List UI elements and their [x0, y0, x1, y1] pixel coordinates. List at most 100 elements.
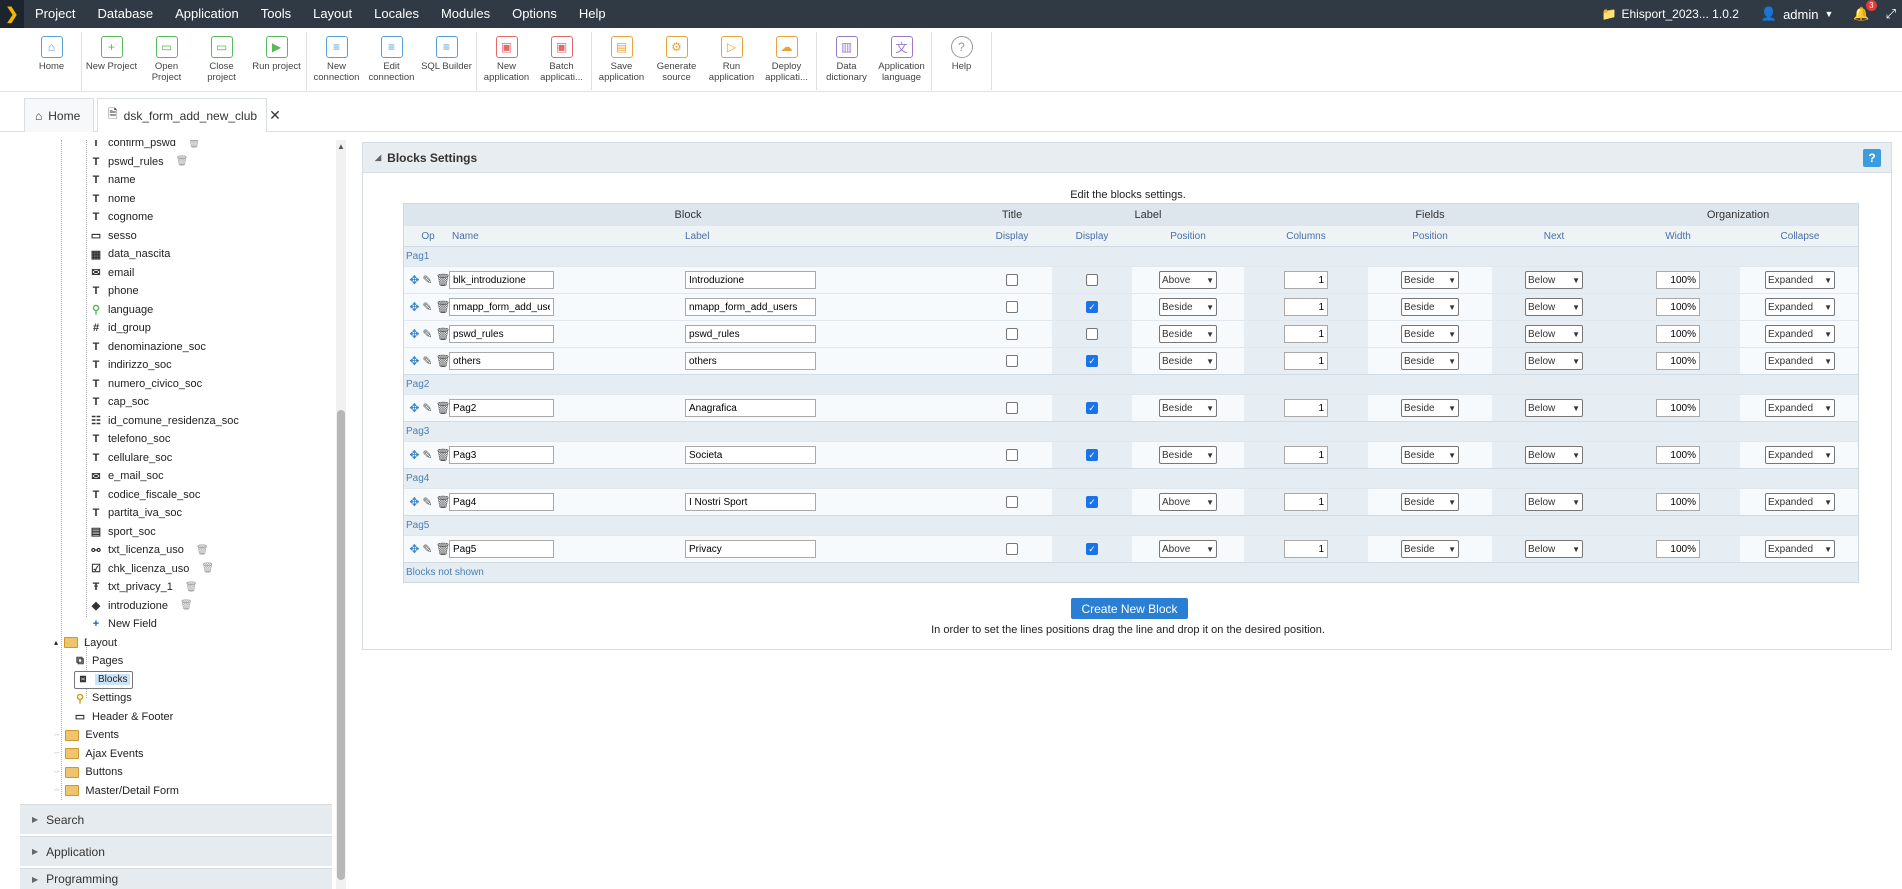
width-input[interactable] [1656, 325, 1700, 343]
menu-locales[interactable]: Locales [363, 0, 430, 28]
block-label-input[interactable] [685, 325, 816, 343]
tree-field-txt-licenza-uso[interactable]: ⚯ txt_licenza_uso 🗑 [90, 541, 208, 559]
accordion-programming[interactable]: ▶ Programming [20, 868, 332, 889]
tree-folder-events[interactable]: ┈ Events [54, 726, 119, 744]
panel-header[interactable]: ◢ Blocks Settings ? [363, 143, 1891, 173]
collapse-select[interactable]: Expanded ▼ [1765, 298, 1835, 316]
save-application-button[interactable]: ▤ Save application [594, 32, 649, 90]
sql-builder-button[interactable]: ≡ SQL Builder [419, 32, 474, 90]
width-input[interactable] [1656, 493, 1700, 511]
tree-field-codice-fiscale-soc[interactable]: Tcodice_fiscale_soc [90, 486, 201, 504]
block-name-input[interactable] [449, 399, 554, 417]
tree-field-introduzione[interactable]: ◆ introduzione 🗑 [90, 597, 193, 615]
move-icon[interactable]: ✥ [409, 354, 419, 368]
width-input[interactable] [1656, 540, 1700, 558]
fields-position-select[interactable]: Beside ▼ [1401, 325, 1459, 343]
block-label-input[interactable] [685, 540, 816, 558]
tree-field-confirm-pswd[interactable]: Tconfirm_pswd 🗑 [90, 140, 201, 152]
tree-field-phone[interactable]: Tphone [90, 282, 139, 300]
title-display-checkbox[interactable] [1006, 449, 1018, 461]
block-row[interactable]: ✥✎🗑 ✓ Beside ▼ Beside ▼ Below ▼ Expanded ▼ [404, 293, 1858, 320]
collapse-select[interactable]: Expanded ▼ [1765, 352, 1835, 370]
run-project-button[interactable]: ▶ Run project [249, 32, 304, 90]
new-connection-button[interactable]: ≡ New connection [309, 32, 364, 90]
label-display-checkbox[interactable]: ✓ [1086, 402, 1098, 414]
label-display-checkbox[interactable]: ✓ [1086, 496, 1098, 508]
help-button[interactable]: ? Help [934, 32, 989, 90]
move-icon[interactable]: ✥ [409, 401, 419, 415]
columns-input[interactable] [1284, 352, 1328, 370]
tree-folder-buttons[interactable]: ┈ Buttons [54, 763, 123, 781]
fields-position-select[interactable]: Beside ▼ [1401, 446, 1459, 464]
tree-field-cap-soc[interactable]: Tcap_soc [90, 393, 149, 411]
block-row[interactable]: ✥✎🗑 ✓ Beside ▼ Beside ▼ Below ▼ Expanded ▼ [404, 394, 1858, 421]
label-position-select[interactable]: Above ▼ [1159, 493, 1217, 511]
tab-home[interactable]: ⌂ Home [24, 98, 94, 132]
block-name-input[interactable] [449, 540, 554, 558]
tree-folder-ajax-events[interactable]: ┈ Ajax Events [54, 745, 144, 763]
block-name-input[interactable] [449, 271, 554, 289]
tree-field-new-field[interactable]: + New Field [90, 615, 157, 633]
label-position-select[interactable]: Beside ▼ [1159, 352, 1217, 370]
trash-icon[interactable]: 🗑 [188, 140, 201, 149]
edit-icon[interactable]: ✎ [422, 354, 432, 368]
label-display-checkbox[interactable]: ✓ [1086, 543, 1098, 555]
columns-input[interactable] [1284, 493, 1328, 511]
collapse-select[interactable]: Expanded ▼ [1765, 540, 1835, 558]
tree-field-name[interactable]: Tname [90, 171, 136, 189]
menu-modules[interactable]: Modules [430, 0, 501, 28]
batch-applicati-button[interactable]: ▣ Batch applicati... [534, 32, 589, 90]
fullscreen-icon[interactable]: ⤢ [1880, 6, 1902, 22]
collapse-select[interactable]: Expanded ▼ [1765, 399, 1835, 417]
fields-position-select[interactable]: Beside ▼ [1401, 399, 1459, 417]
tree-field-chk-licenza-uso[interactable]: ☑ chk_licenza_uso 🗑 [90, 560, 214, 578]
fields-position-select[interactable]: Beside ▼ [1401, 298, 1459, 316]
collapse-select[interactable]: Expanded ▼ [1765, 325, 1835, 343]
new-application-button[interactable]: ▣ New application [479, 32, 534, 90]
label-position-select[interactable]: Beside ▼ [1159, 446, 1217, 464]
fields-position-select[interactable]: Beside ▼ [1401, 352, 1459, 370]
collapse-select[interactable]: Expanded ▼ [1765, 493, 1835, 511]
tree-field-pswd-rules[interactable]: Tpswd_rules 🗑 [90, 153, 189, 171]
move-icon[interactable]: ✥ [409, 448, 419, 462]
collapse-triangle-icon[interactable]: ◢ [375, 153, 381, 162]
menu-layout[interactable]: Layout [302, 0, 363, 28]
columns-input[interactable] [1284, 298, 1328, 316]
block-label-input[interactable] [685, 399, 816, 417]
generate-source-button[interactable]: ⚙ Generate source [649, 32, 704, 90]
menu-database[interactable]: Database [86, 0, 164, 28]
data-dictionary-button[interactable]: ▥ Data dictionary [819, 32, 874, 90]
run-application-button[interactable]: ▷ Run application [704, 32, 759, 90]
move-icon[interactable]: ✥ [409, 542, 419, 556]
block-row[interactable]: ✥✎🗑 ✓ Above ▼ Beside ▼ Below ▼ Expanded ▼ [404, 488, 1858, 515]
label-position-select[interactable]: Beside ▼ [1159, 325, 1217, 343]
title-display-checkbox[interactable] [1006, 301, 1018, 313]
help-icon[interactable]: ? [1863, 149, 1881, 167]
move-icon[interactable]: ✥ [409, 273, 419, 287]
tree-field-cognome[interactable]: Tcognome [90, 208, 154, 226]
width-input[interactable] [1656, 352, 1700, 370]
tree-layout-settings[interactable]: ⚲ Settings [74, 689, 132, 707]
tree-field-txt-privacy-1[interactable]: Ŧtxt_privacy_1 🗑 [90, 578, 198, 596]
title-display-checkbox[interactable] [1006, 543, 1018, 555]
fields-position-select[interactable]: Beside ▼ [1401, 271, 1459, 289]
block-name-input[interactable] [449, 446, 554, 464]
trash-icon[interactable]: 🗑 [201, 563, 214, 574]
move-icon[interactable]: ✥ [409, 327, 419, 341]
close-icon[interactable]: ✕ [269, 107, 281, 124]
label-position-select[interactable]: Beside ▼ [1159, 298, 1217, 316]
trash-icon[interactable]: 🗑 [180, 600, 193, 611]
move-icon[interactable]: ✥ [409, 300, 419, 314]
block-name-input[interactable] [449, 325, 554, 343]
accordion-application[interactable]: ▶ Application [20, 836, 332, 866]
label-display-checkbox[interactable] [1086, 328, 1098, 340]
menu-application[interactable]: Application [164, 0, 250, 28]
new-project-button[interactable]: + New Project [84, 32, 139, 90]
next-select[interactable]: Below ▼ [1525, 352, 1583, 370]
tree-field-indirizzo-soc[interactable]: Tindirizzo_soc [90, 356, 172, 374]
columns-input[interactable] [1284, 271, 1328, 289]
tree-field-telefono-soc[interactable]: Ttelefono_soc [90, 430, 171, 448]
width-input[interactable] [1656, 298, 1700, 316]
user-menu[interactable]: 👤 admin ▼ [1751, 6, 1844, 22]
title-display-checkbox[interactable] [1006, 355, 1018, 367]
